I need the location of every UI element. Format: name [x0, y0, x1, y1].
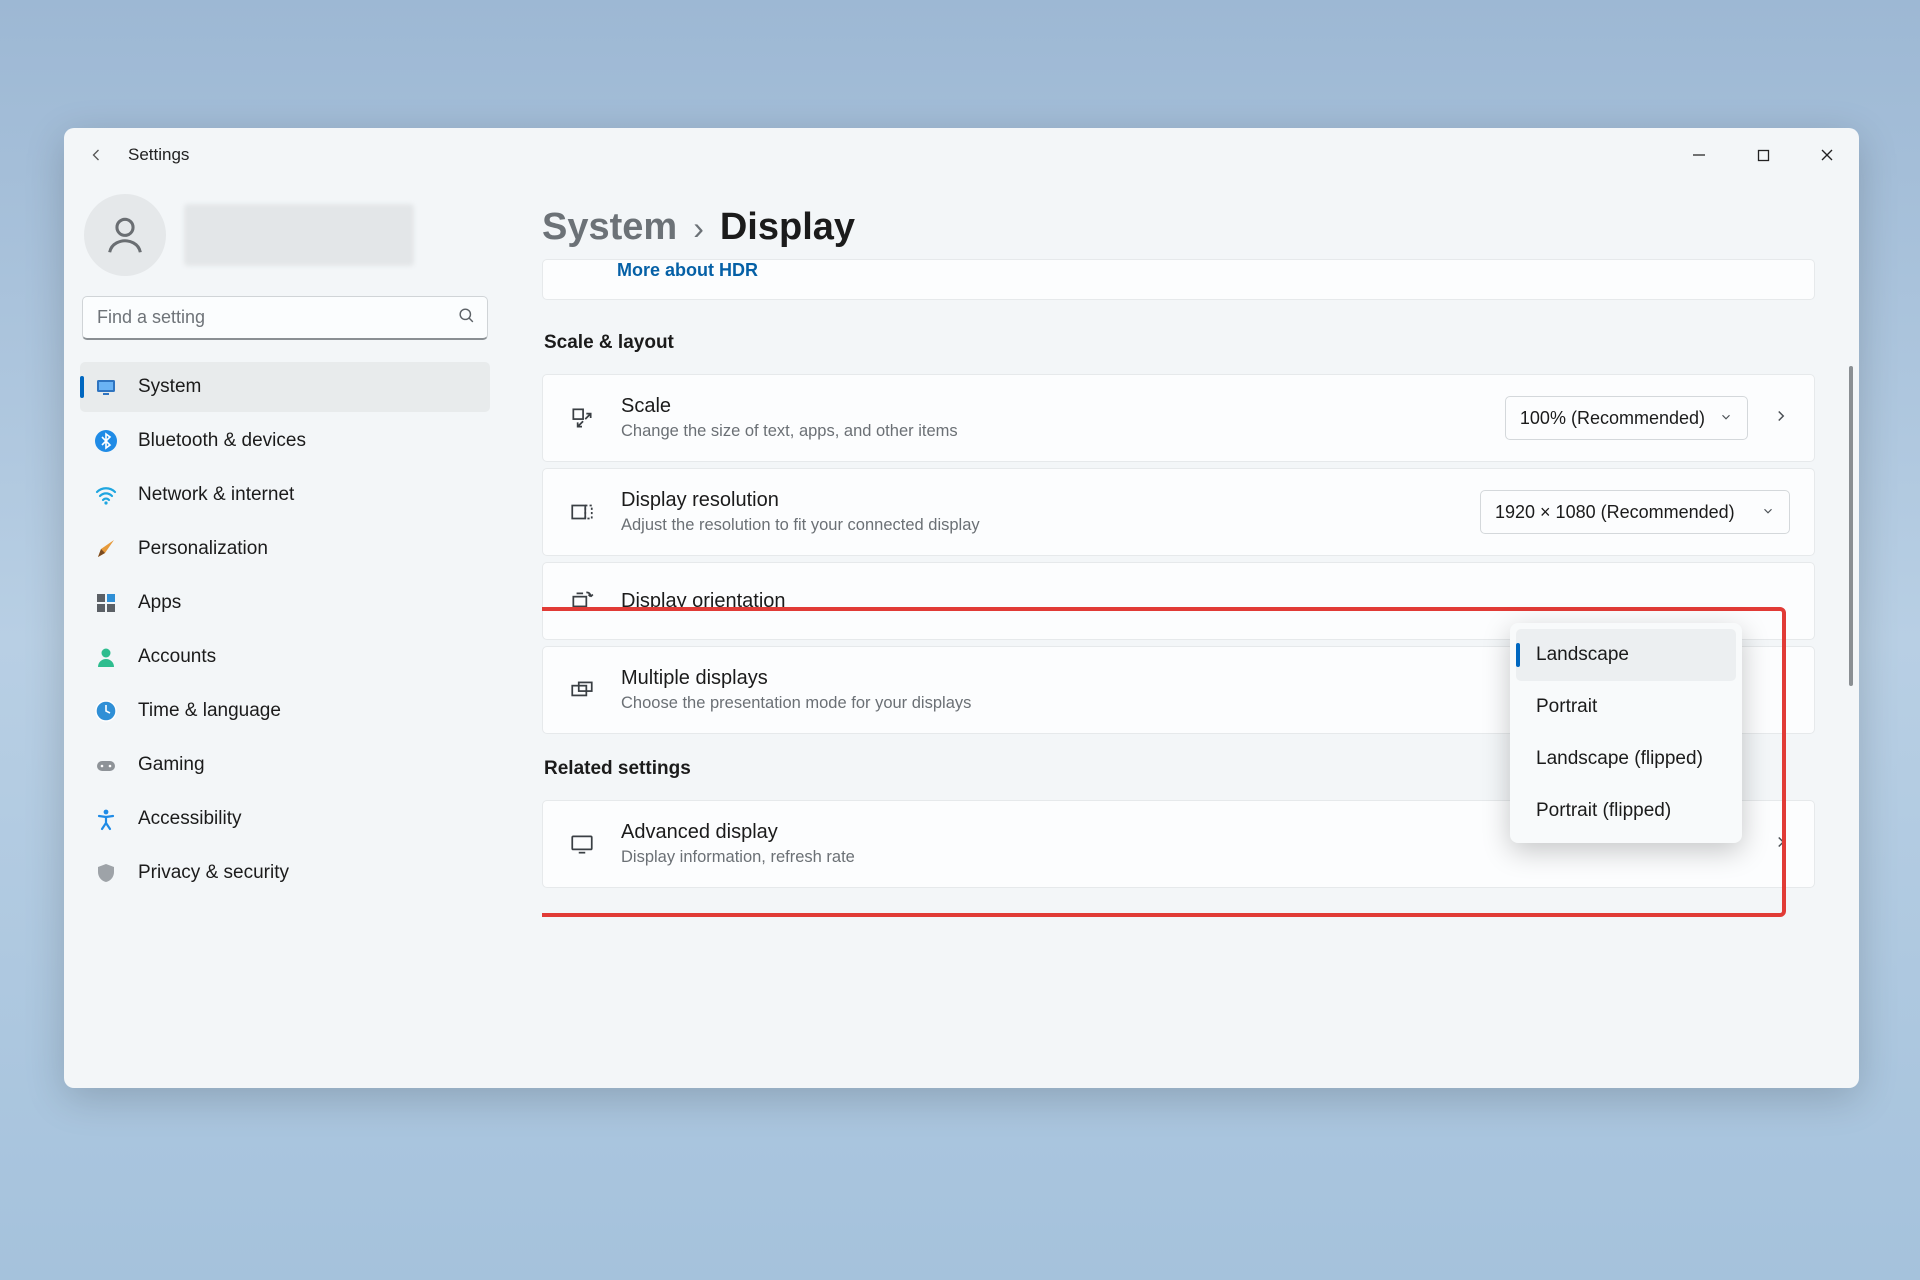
orientation-option-landscape-flipped[interactable]: Landscape (flipped) [1516, 733, 1736, 785]
profile-block[interactable] [78, 182, 492, 296]
scale-desc: Change the size of text, apps, and other… [621, 422, 1481, 441]
breadcrumb-current: Display [720, 206, 855, 249]
wifi-icon [94, 483, 118, 507]
search-icon [457, 306, 476, 330]
scale-value: 100% (Recommended) [1520, 408, 1705, 429]
orientation-title: Display orientation [621, 590, 1790, 613]
nav-system[interactable]: System [80, 362, 490, 412]
nav-accounts[interactable]: Accounts [80, 632, 490, 682]
chevron-down-icon [1719, 408, 1733, 429]
app-title: Settings [128, 145, 189, 165]
minimize-button[interactable] [1667, 133, 1731, 177]
main-panel: System › Display More about HDR Scale & … [506, 182, 1859, 1088]
system-icon [94, 375, 118, 399]
bluetooth-icon [94, 429, 118, 453]
hdr-learn-more-link[interactable]: More about HDR [617, 260, 758, 280]
nav-label: Gaming [138, 754, 205, 776]
gamepad-icon [94, 753, 118, 777]
close-button[interactable] [1795, 133, 1859, 177]
scale-dropdown[interactable]: 100% (Recommended) [1505, 396, 1748, 440]
nav-label: Accessibility [138, 808, 241, 830]
nav-network[interactable]: Network & internet [80, 470, 490, 520]
orientation-icon [567, 586, 597, 616]
profile-name-redacted [184, 204, 414, 266]
scale-icon [567, 403, 597, 433]
scale-title: Scale [621, 395, 1481, 418]
nav-time-language[interactable]: Time & language [80, 686, 490, 736]
apps-icon [94, 591, 118, 615]
nav-label: Time & language [138, 700, 281, 722]
resolution-value: 1920 × 1080 (Recommended) [1495, 502, 1735, 523]
resolution-desc: Adjust the resolution to fit your connec… [621, 516, 1456, 535]
nav-label: Apps [138, 592, 181, 614]
settings-window: Settings System [64, 128, 1859, 1088]
resolution-dropdown[interactable]: 1920 × 1080 (Recommended) [1480, 490, 1790, 534]
avatar-icon [84, 194, 166, 276]
chevron-down-icon [1761, 502, 1775, 523]
shield-icon [94, 861, 118, 885]
brush-icon [94, 537, 118, 561]
maximize-button[interactable] [1731, 133, 1795, 177]
nav-list: System Bluetooth & devices Network & int… [78, 362, 492, 898]
nav-label: Personalization [138, 538, 268, 560]
nav-gaming[interactable]: Gaming [80, 740, 490, 790]
titlebar: Settings [64, 128, 1859, 182]
chevron-right-icon[interactable] [1772, 407, 1790, 430]
orientation-option-portrait[interactable]: Portrait [1516, 681, 1736, 733]
nav-label: Privacy & security [138, 862, 289, 884]
nav-apps[interactable]: Apps [80, 578, 490, 628]
nav-label: Accounts [138, 646, 216, 668]
breadcrumb: System › Display [542, 182, 1819, 259]
nav-bluetooth[interactable]: Bluetooth & devices [80, 416, 490, 466]
orientation-option-landscape[interactable]: Landscape [1516, 629, 1736, 681]
scale-row[interactable]: Scale Change the size of text, apps, and… [542, 374, 1815, 462]
nav-label: Network & internet [138, 484, 294, 506]
resolution-row[interactable]: Display resolution Adjust the resolution… [542, 468, 1815, 556]
multiple-displays-icon [567, 675, 597, 705]
scrollbar-thumb[interactable] [1849, 366, 1853, 686]
scrollbar[interactable] [1849, 366, 1853, 1088]
nav-label: Bluetooth & devices [138, 430, 306, 452]
monitor-icon [567, 829, 597, 859]
hdr-card[interactable]: More about HDR [542, 259, 1815, 300]
breadcrumb-parent[interactable]: System [542, 206, 677, 249]
resolution-icon [567, 497, 597, 527]
orientation-option-portrait-flipped[interactable]: Portrait (flipped) [1516, 785, 1736, 837]
chevron-right-icon: › [693, 210, 704, 247]
nav-privacy[interactable]: Privacy & security [80, 848, 490, 898]
resolution-title: Display resolution [621, 489, 1456, 512]
advanced-display-desc: Display information, refresh rate [621, 848, 1748, 867]
nav-label: System [138, 376, 201, 398]
nav-personalization[interactable]: Personalization [80, 524, 490, 574]
nav-accessibility[interactable]: Accessibility [80, 794, 490, 844]
orientation-popup: Landscape Portrait Landscape (flipped) P… [1510, 623, 1742, 843]
search-input[interactable] [82, 296, 488, 340]
clock-globe-icon [94, 699, 118, 723]
sidebar: System Bluetooth & devices Network & int… [64, 182, 506, 1088]
chevron-right-icon[interactable] [1772, 833, 1790, 856]
back-button[interactable] [78, 137, 114, 173]
person-icon [94, 645, 118, 669]
accessibility-icon [94, 807, 118, 831]
content-scroll[interactable]: More about HDR Scale & layout Scale Chan… [542, 259, 1819, 1088]
section-scale-layout: Scale & layout [544, 332, 1815, 354]
